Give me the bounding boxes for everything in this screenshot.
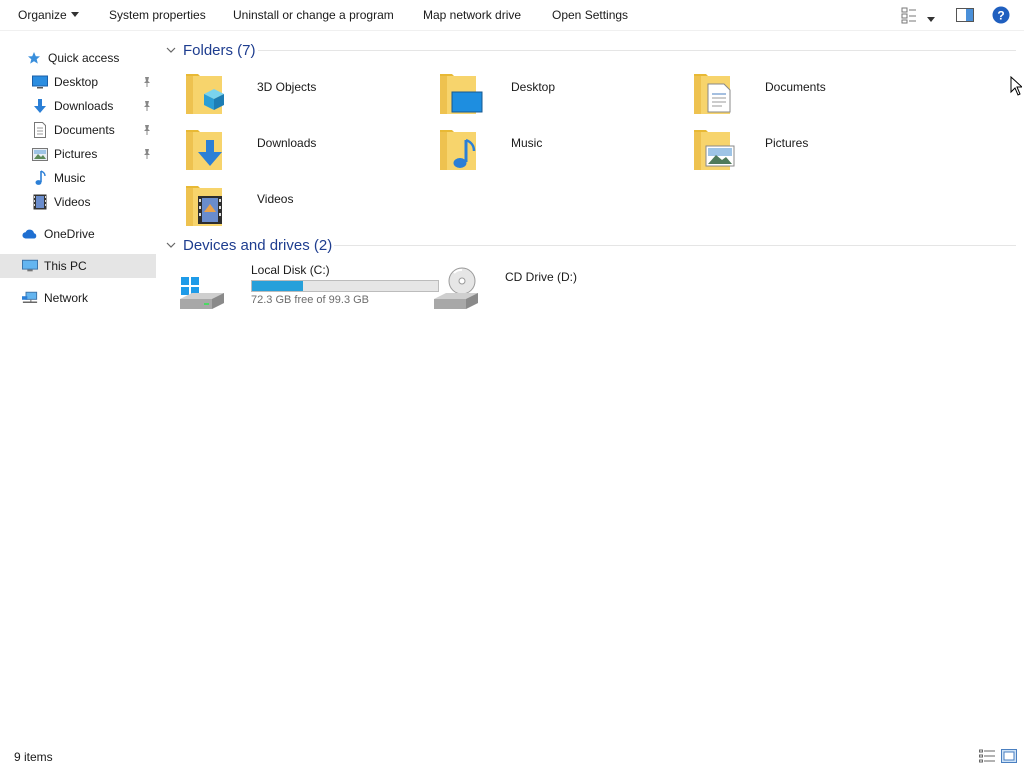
item-count: 9 items — [14, 750, 53, 764]
nav-this-pc[interactable]: This PC — [0, 254, 156, 278]
command-bar: Organize System properties Uninstall or … — [0, 0, 1024, 31]
nav-item-label: Downloads — [54, 99, 114, 113]
group-divider — [258, 50, 1016, 51]
folder-label: Downloads — [257, 136, 317, 150]
pin-icon[interactable] — [142, 124, 152, 136]
chevron-down-icon — [70, 12, 79, 17]
nav-onedrive[interactable]: OneDrive — [0, 222, 156, 246]
dropdown-caret-icon[interactable] — [926, 12, 936, 26]
system-properties-button[interactable]: System properties — [109, 8, 206, 22]
large-icons-view-icon[interactable] — [1001, 749, 1017, 763]
folder-tile-documents[interactable]: Documents — [692, 70, 826, 118]
folders-group-header[interactable]: Folders (7) — [166, 38, 256, 62]
folder-label: Videos — [257, 192, 294, 206]
folder-tile-desktop[interactable]: Desktop — [438, 70, 555, 118]
preview-pane-icon[interactable] — [956, 8, 974, 25]
videos-icon — [32, 194, 48, 210]
folder-label: Documents — [765, 80, 826, 94]
nav-item-pictures[interactable]: Pictures — [0, 142, 156, 166]
drive-usage-fill — [252, 281, 303, 291]
documents-folder-icon — [692, 70, 740, 118]
cloud-icon — [22, 226, 38, 242]
open-settings-button[interactable]: Open Settings — [552, 8, 628, 22]
nav-item-music[interactable]: Music — [0, 166, 156, 190]
music-icon — [32, 170, 48, 186]
nav-network-label: Network — [44, 291, 89, 305]
nav-item-label: Videos — [54, 195, 91, 209]
folder-label: Music — [511, 136, 543, 150]
details-view-icon[interactable] — [979, 749, 995, 763]
3d-objects-folder-icon — [184, 70, 232, 118]
view-options-icon[interactable] — [901, 6, 917, 27]
documents-icon — [32, 122, 48, 138]
uninstall-program-button[interactable]: Uninstall or change a program — [233, 8, 394, 22]
drive-free-space: 72.3 GB free of 99.3 GB — [251, 294, 370, 306]
cd-drive-icon — [432, 259, 480, 309]
folder-tile-downloads[interactable]: Downloads — [184, 126, 316, 174]
status-bar: 9 items — [0, 737, 1024, 768]
devices-group-title: Devices and drives (2) — [183, 236, 333, 254]
nav-item-downloads[interactable]: Downloads — [0, 94, 156, 118]
nav-network[interactable]: Network — [0, 286, 156, 310]
folders-group-title: Folders (7) — [183, 41, 256, 59]
nav-item-label: Documents — [54, 123, 115, 137]
drive-label: CD Drive (D:) — [505, 270, 577, 284]
downloads-folder-icon — [184, 126, 232, 174]
pin-icon[interactable] — [142, 100, 152, 112]
mouse-cursor-icon — [1010, 75, 1024, 99]
nav-item-label: Pictures — [54, 147, 98, 161]
folder-tile-3d-objects[interactable]: 3D Objects — [184, 70, 316, 118]
map-network-drive-button[interactable]: Map network drive — [423, 8, 521, 22]
folder-tile-pictures[interactable]: Pictures — [692, 126, 808, 174]
drive-tile-local-disk[interactable]: Local Disk (C:) 72.3 GB free of 99.3 GB — [178, 259, 448, 315]
pin-icon[interactable] — [142, 76, 152, 88]
music-folder-icon — [438, 126, 486, 174]
nav-item-desktop[interactable]: Desktop — [0, 70, 156, 94]
folder-tile-music[interactable]: Music — [438, 126, 542, 174]
pictures-icon — [32, 146, 48, 162]
folder-tile-videos[interactable]: Videos — [184, 182, 293, 230]
navigation-pane: Quick access Desktop Downloads Documents… — [0, 31, 157, 737]
drive-usage-bar — [251, 280, 439, 292]
drive-tile-cd-drive[interactable]: CD Drive (D:) — [432, 259, 672, 315]
downloads-icon — [32, 98, 48, 114]
nav-this-pc-label: This PC — [44, 259, 87, 273]
organize-label: Organize — [18, 8, 67, 22]
svg-text:?: ? — [997, 9, 1004, 23]
nav-item-label: Desktop — [54, 75, 99, 89]
drive-label: Local Disk (C:) — [251, 263, 330, 277]
nav-item-videos[interactable]: Videos — [0, 190, 156, 214]
nav-onedrive-label: OneDrive — [44, 227, 95, 241]
nav-item-documents[interactable]: Documents — [0, 118, 156, 142]
folder-label: 3D Objects — [257, 80, 317, 94]
devices-group-header[interactable]: Devices and drives (2) — [166, 233, 332, 257]
folder-label: Desktop — [511, 80, 556, 94]
computer-icon — [22, 258, 38, 274]
organize-button[interactable]: Organize — [18, 8, 79, 22]
pictures-folder-icon — [692, 126, 740, 174]
videos-folder-icon — [184, 182, 232, 230]
network-icon — [22, 290, 38, 306]
chevron-down-icon — [166, 242, 176, 248]
nav-quick-access[interactable]: Quick access — [0, 46, 156, 70]
chevron-down-icon — [166, 47, 176, 53]
desktop-icon — [32, 74, 48, 90]
folder-label: Pictures — [765, 136, 809, 150]
nav-item-label: Music — [54, 171, 86, 185]
hard-drive-icon — [178, 259, 226, 309]
nav-quick-access-label: Quick access — [48, 51, 120, 65]
pin-icon[interactable] — [142, 148, 152, 160]
group-divider — [334, 245, 1016, 246]
star-icon — [26, 50, 42, 66]
content-pane: Folders (7) 3D Objects Desktop Documents… — [158, 31, 1024, 737]
desktop-folder-icon — [438, 70, 486, 118]
help-icon[interactable]: ? — [992, 6, 1010, 27]
